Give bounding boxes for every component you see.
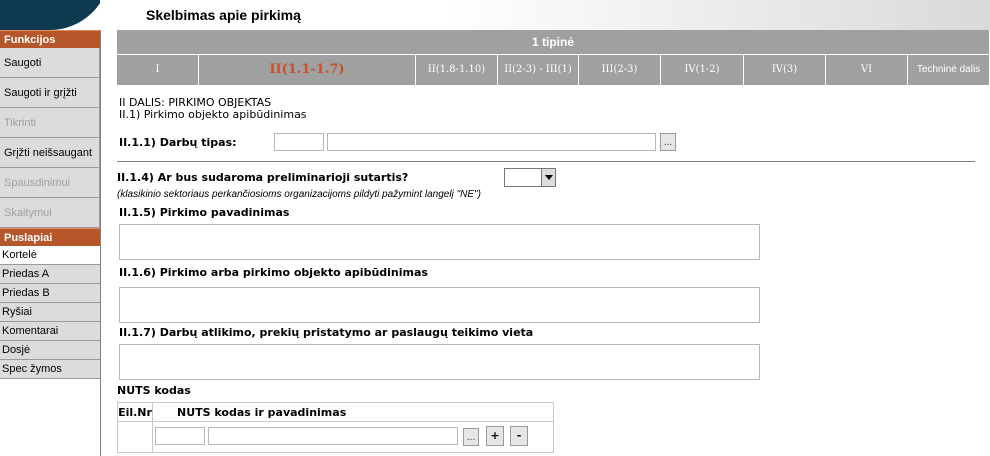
tab-part-4-1[interactable]: IV(1-2) — [661, 55, 744, 85]
tab-technical[interactable]: Techninė dalis — [908, 55, 989, 85]
delivery-place-field[interactable] — [119, 344, 760, 380]
save-and-return-button[interactable]: Saugoti ir grįžti — [0, 78, 100, 108]
page-item-card[interactable]: Kortelė — [0, 246, 100, 265]
nuts-col-code: NUTS kodas ir pavadinimas — [152, 402, 554, 422]
section-divider — [117, 161, 975, 162]
tab-part-4-3[interactable]: IV(3) — [744, 55, 826, 85]
prelim-agreement-note: (klasikinio sektoriaus perkančiosioms or… — [117, 189, 481, 200]
delivery-place-label: II.1.7) Darbų atlikimo, prekių pristatym… — [119, 326, 534, 339]
add-row-button[interactable]: + — [486, 426, 504, 446]
nuts-code-input[interactable] — [155, 427, 205, 445]
header: Skelbimas apie pirkimą — [0, 0, 990, 30]
prelim-agreement-label: II.1.4) Ar bus sudaroma preliminarioji s… — [117, 171, 409, 184]
nuts-name-input[interactable] — [208, 427, 458, 445]
work-type-code-input[interactable] — [274, 133, 324, 151]
procurement-name-label: II.1.5) Pirkimo pavadinimas — [119, 206, 290, 219]
return-without-saving-button[interactable]: Grįžti neišsaugant — [0, 138, 100, 168]
validate-button[interactable]: Tikrinti — [0, 108, 100, 138]
section-tabs: I II(1.1-1.7) II(1.8-1.10) II(2-3) - III… — [117, 55, 989, 85]
remove-row-button[interactable]: - — [510, 426, 528, 446]
prelim-agreement-select[interactable] — [504, 168, 556, 187]
work-type-name-input[interactable] — [327, 133, 656, 151]
read-only-button[interactable]: Skaitymui — [0, 198, 100, 228]
page-item-dossier[interactable]: Dosjė — [0, 341, 100, 360]
nuts-picker-button[interactable]: ... — [463, 428, 479, 446]
tab-part-3-2[interactable]: III(2-3) — [579, 55, 661, 85]
chevron-down-icon[interactable] — [541, 169, 555, 186]
functions-heading: Funkcijos — [0, 30, 100, 48]
nuts-code-label: NUTS kodas — [117, 384, 191, 397]
work-type-label: II.1.1) Darbų tipas: — [119, 136, 237, 149]
page-item-comments[interactable]: Komentarai — [0, 322, 100, 341]
nuts-row-nr — [117, 421, 153, 453]
tab-part-1[interactable]: I — [117, 55, 199, 85]
pages-heading: Puslapiai — [0, 228, 100, 246]
section-title: II.1) Pirkimo objekto apibūdinimas — [119, 108, 307, 121]
tab-part-6[interactable]: VI — [826, 55, 908, 85]
notice-type-bar: 1 tipinė — [117, 30, 989, 54]
nuts-col-nr: Eil.Nr — [117, 402, 153, 422]
brand-corner — [0, 0, 100, 30]
procurement-description-label: II.1.6) Pirkimo arba pirkimo objekto api… — [119, 266, 428, 279]
tab-part-2-2-3[interactable]: II(2-3) - III(1) — [498, 55, 579, 85]
tab-part-2-1[interactable]: II(1.1-1.7) — [199, 55, 416, 85]
save-button[interactable]: Saugoti — [0, 48, 100, 78]
page-title: Skelbimas apie pirkimą — [146, 7, 301, 23]
print-button[interactable]: Spausdinimui — [0, 168, 100, 198]
page-item-annex-b[interactable]: Priedas B — [0, 284, 100, 303]
procurement-description-field[interactable] — [119, 287, 760, 323]
page-item-links[interactable]: Ryšiai — [0, 303, 100, 322]
sidebar: Funkcijos Saugoti Saugoti ir grįžti Tikr… — [0, 30, 101, 456]
page-item-special-marks[interactable]: Spec žymos — [0, 360, 100, 379]
procurement-name-field[interactable] — [119, 224, 760, 260]
page-item-annex-a[interactable]: Priedas A — [0, 265, 100, 284]
work-type-picker-button[interactable]: ... — [660, 133, 676, 151]
tab-part-2-1-8[interactable]: II(1.8-1.10) — [416, 55, 498, 85]
